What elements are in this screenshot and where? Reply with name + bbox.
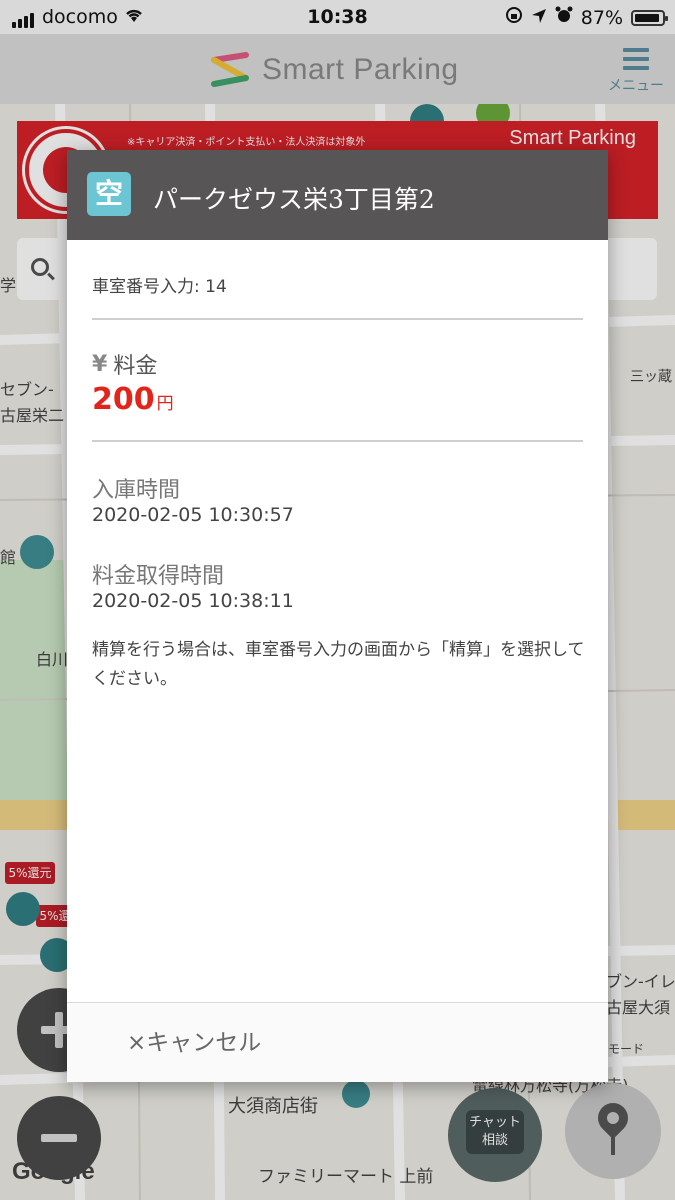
status-indicators: 87% bbox=[505, 6, 668, 29]
fee-amount: 200 円 bbox=[92, 382, 174, 417]
vacancy-icon: 空 bbox=[87, 172, 131, 216]
entry-time: 2020-02-05 10:30:57 bbox=[92, 504, 294, 526]
modal-footer: ×キャンセル bbox=[67, 1002, 608, 1082]
parking-name: パークゼウス栄3丁目第2 bbox=[153, 185, 435, 214]
fee-time-label: 料金取得時間 bbox=[92, 564, 225, 589]
fee-label: ¥ 料金 bbox=[92, 348, 157, 380]
cancel-button[interactable]: ×キャンセル bbox=[127, 1023, 261, 1057]
yen-icon: ¥ bbox=[92, 351, 108, 377]
location-arrow-icon bbox=[531, 7, 547, 29]
fee-time: 2020-02-05 10:38:11 bbox=[92, 590, 294, 612]
room-number: 車室番号入力: 14 bbox=[92, 277, 227, 297]
divider bbox=[92, 318, 583, 320]
fee-value: 200 bbox=[92, 382, 155, 417]
entry-time-label: 入庫時間 bbox=[92, 478, 181, 503]
divider bbox=[92, 440, 583, 442]
parking-detail-modal: 空 パークゼウス栄3丁目第2 車室番号入力: 14 ¥ 料金 200 円 入庫時間… bbox=[67, 150, 608, 1082]
rotation-lock-icon bbox=[505, 6, 523, 29]
alarm-icon bbox=[555, 6, 573, 29]
battery-icon bbox=[631, 9, 668, 26]
status-bar: docomo 10:38 87% bbox=[0, 0, 675, 34]
settlement-note: 精算を行う場合は、車室番号入力の画面から「精算」を選択してください。 bbox=[92, 640, 585, 689]
fee-label-text: 料金 bbox=[113, 354, 158, 379]
battery-percent: 87% bbox=[580, 6, 623, 29]
fee-unit: 円 bbox=[156, 394, 174, 414]
modal-header: 空 パークゼウス栄3丁目第2 bbox=[67, 150, 608, 240]
